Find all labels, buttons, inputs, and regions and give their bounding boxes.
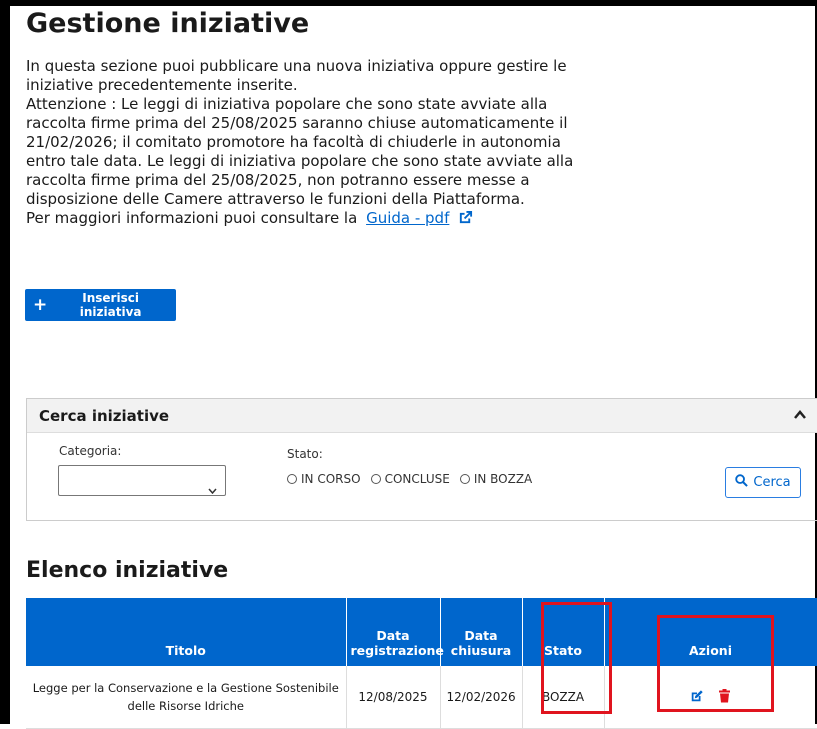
status-radio-group: IN CORSO CONCLUSE IN BOZZA: [287, 472, 532, 486]
notice-paragraph: Attenzione : Le leggi di iniziativa popo…: [26, 95, 574, 208]
intro-text: In questa sezione puoi pubblicare una nu…: [26, 57, 576, 230]
guide-text: Per maggiori informazioni puoi consultar…: [26, 209, 358, 227]
search-panel: Cerca iniziative Categoria: Stato: IN CO…: [26, 398, 817, 521]
page-title: Gestione iniziative: [26, 8, 310, 39]
status-radio-in-bozza[interactable]: IN BOZZA: [459, 472, 533, 486]
status-label: Stato:: [287, 447, 323, 461]
screenshot-border-left: [0, 0, 10, 724]
guide-pdf-link[interactable]: Guida - pdf: [366, 209, 449, 227]
search-panel-title: Cerca iniziative: [39, 406, 170, 425]
column-header-data-chiusura[interactable]: Data chiusura: [440, 598, 523, 666]
row-closing-date: 12/02/2026: [440, 666, 523, 729]
search-panel-header[interactable]: Cerca iniziative: [27, 399, 817, 433]
status-radio-in-corso[interactable]: IN CORSO: [287, 472, 361, 486]
column-header-azioni: Azioni: [604, 598, 817, 666]
status-radio-concluse[interactable]: CONCLUSE: [370, 472, 450, 486]
external-link-icon[interactable]: [458, 210, 473, 230]
plus-icon: +: [33, 294, 48, 315]
table-row: Legge per la Conservazione e la Gestione…: [26, 666, 817, 729]
search-icon: [735, 474, 749, 491]
initiatives-list-title: Elenco iniziative: [26, 558, 229, 583]
chevron-up-icon[interactable]: [793, 407, 807, 426]
row-registration-date: 12/08/2025: [346, 666, 441, 729]
search-button[interactable]: Cerca: [725, 467, 801, 498]
column-header-titolo[interactable]: Titolo: [26, 598, 347, 666]
radio-circle[interactable]: [370, 474, 381, 484]
status-option-label: IN CORSO: [301, 472, 361, 486]
screenshot-border-top: [0, 0, 817, 6]
row-title: Legge per la Conservazione e la Gestione…: [26, 666, 347, 729]
insert-initiative-button[interactable]: + Inserisci iniziativa: [25, 289, 176, 321]
trash-icon[interactable]: [718, 688, 731, 706]
intro-paragraph: In questa sezione puoi pubblicare una nu…: [26, 57, 567, 94]
guide-paragraph: Per maggiori informazioni puoi consultar…: [26, 209, 576, 230]
row-status: BOZZA: [522, 666, 605, 729]
table-header-row: Titolo Data registrazione Data chiusura …: [26, 598, 817, 666]
search-button-label: Cerca: [753, 475, 791, 490]
column-header-data-registrazione[interactable]: Data registrazione: [346, 598, 444, 666]
radio-circle[interactable]: [287, 474, 297, 484]
column-header-stato[interactable]: Stato: [522, 598, 605, 666]
initiatives-table: Titolo Data registrazione Data chiusura …: [26, 598, 817, 729]
row-actions: [604, 666, 817, 729]
chevron-down-icon: [208, 479, 217, 498]
category-select[interactable]: [58, 465, 226, 496]
edit-icon[interactable]: [690, 689, 704, 706]
status-option-label: IN BOZZA: [473, 472, 533, 486]
radio-circle[interactable]: [459, 474, 470, 484]
category-label: Categoria:: [59, 444, 122, 458]
status-option-label: CONCLUSE: [384, 472, 450, 486]
insert-initiative-label: Inserisci iniziativa: [79, 291, 142, 319]
